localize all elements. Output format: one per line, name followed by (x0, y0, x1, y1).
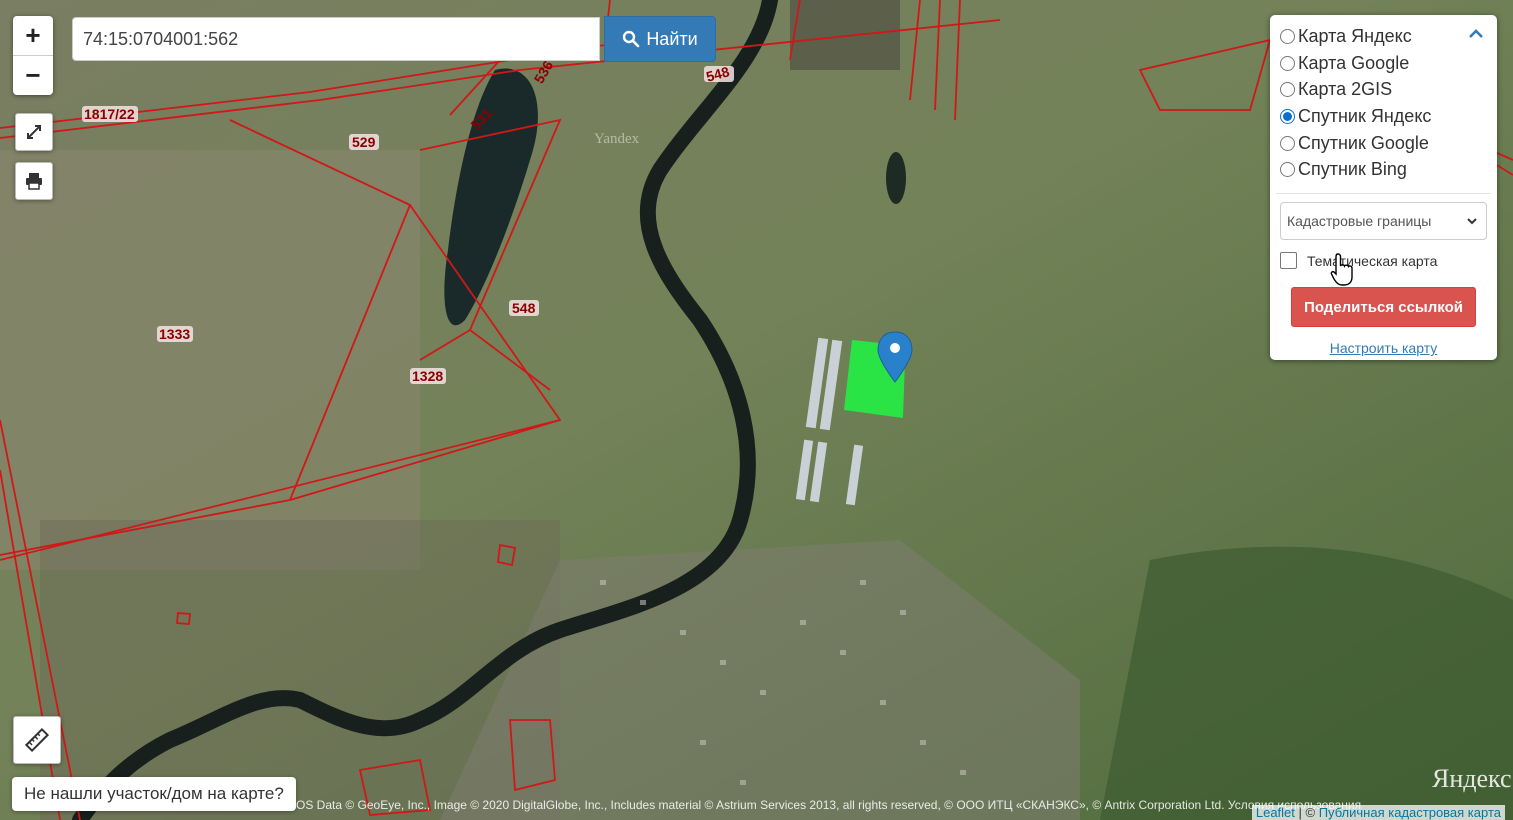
zoom-in-button[interactable]: + (13, 16, 53, 55)
yandex-watermark: Yandex (594, 131, 640, 147)
map-attribution: OS Data © GeoEye, Inc., Image © 2020 Dig… (296, 798, 1362, 812)
radio-2gis-map[interactable] (1280, 82, 1295, 98)
thematic-map-checkbox[interactable] (1280, 252, 1297, 270)
not-found-button[interactable]: Не нашли участок/дом на карте? (12, 777, 296, 811)
overlay-select[interactable]: Кадастровые границы (1280, 202, 1487, 241)
zoom-control: + − (13, 16, 53, 95)
radio-google-satellite[interactable] (1280, 135, 1295, 151)
yandex-logo: Яндекс (1432, 764, 1512, 793)
measure-button[interactable] (13, 716, 61, 764)
printer-icon (26, 173, 42, 190)
layer-panel: Карта Яндекс Карта Google Карта 2GIS Спу… (1270, 15, 1497, 360)
pkk-link[interactable]: Публичная кадастровая карта (1319, 805, 1501, 820)
plot-label-1817: 1817/22 (84, 106, 135, 122)
layer-option-bing-satellite[interactable]: Спутник Bing (1280, 156, 1487, 183)
share-link-button[interactable]: Поделиться ссылкой (1291, 287, 1476, 328)
layer-option-yandex-satellite[interactable]: Спутник Яндекс (1280, 103, 1487, 130)
hand-cursor-icon (1330, 253, 1353, 286)
layer-option-2gis-map[interactable]: Карта 2GIS (1280, 76, 1487, 103)
plot-label-1328: 1328 (412, 368, 443, 384)
print-button[interactable] (15, 162, 53, 200)
plot-label-529: 529 (352, 134, 376, 150)
radio-bing-satellite[interactable] (1280, 162, 1295, 178)
leaflet-attribution: Leaflet | © Публичная кадастровая карта (1251, 805, 1505, 820)
chevron-up-icon[interactable] (1467, 25, 1485, 43)
configure-map-link[interactable]: Настроить карту (1280, 340, 1487, 356)
zoom-out-button[interactable]: − (13, 55, 53, 95)
divider (1276, 193, 1491, 195)
ruler-icon (25, 728, 49, 752)
plot-label-1333: 1333 (159, 326, 190, 342)
layer-option-google-map[interactable]: Карта Google (1280, 50, 1487, 77)
fullscreen-button[interactable] (15, 113, 53, 151)
search-icon (623, 30, 640, 48)
cadastral-search-input[interactable] (72, 17, 600, 61)
radio-yandex-map[interactable] (1280, 28, 1295, 44)
search-button[interactable]: Найти (604, 16, 716, 62)
leaflet-link[interactable]: Leaflet (1256, 805, 1295, 820)
radio-google-map[interactable] (1280, 55, 1295, 71)
thematic-map-toggle[interactable]: Тематическая карта (1280, 252, 1487, 270)
layer-option-google-satellite[interactable]: Спутник Google (1280, 130, 1487, 157)
search-button-label: Найти (646, 28, 698, 49)
expand-icon (27, 125, 41, 139)
layer-option-yandex-map[interactable]: Карта Яндекс (1280, 23, 1487, 50)
plot-label-548: 548 (512, 300, 536, 316)
radio-yandex-satellite[interactable] (1280, 108, 1295, 124)
chevron-down-icon (1467, 218, 1477, 225)
